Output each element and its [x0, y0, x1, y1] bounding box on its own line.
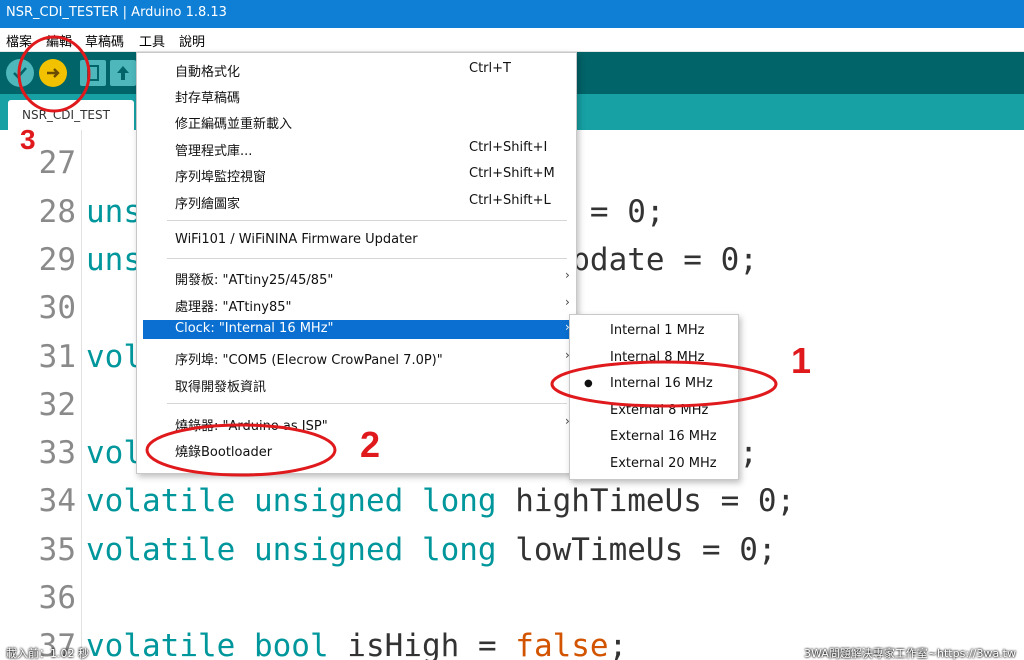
open-icon [117, 66, 129, 80]
menu-item-serial-monitor[interactable]: 序列埠監控視窗 Ctrl+Shift+M [137, 162, 576, 186]
menu-edit[interactable]: 編輯 [46, 31, 72, 50]
code-line[interactable]: 36 [0, 580, 1024, 628]
shortcut-label: Ctrl+T [469, 61, 511, 76]
line-number: 35 [38, 531, 76, 568]
menu-item-auto-format[interactable]: 自動格式化 Ctrl+T [137, 57, 576, 81]
tab-sketch[interactable]: NSR_CDI_TEST [8, 100, 134, 130]
clock-option-internal-8mhz[interactable]: Internal 8 MHz [570, 345, 738, 371]
menu-item-programmer[interactable]: 燒錄器: "Arduino as ISP" › [137, 411, 576, 435]
menu-item-label: 封存草稿碼 [175, 91, 241, 106]
menu-item-fix-encoding[interactable]: 修正編碼並重新載入 [137, 109, 576, 133]
code-line[interactable]: 34 volatile unsigned long highTimeUs = 0; [0, 483, 1024, 531]
menu-item-label: 燒錄器: "Arduino as ISP" [175, 419, 328, 434]
menu-item-serial-plotter[interactable]: 序列繪圖家 Ctrl+Shift+L [137, 189, 576, 213]
keyword-token: uns [86, 241, 142, 278]
menu-item-label: 序列埠: "COM5 (Elecrow CrowPanel 7.0P)" [175, 353, 443, 368]
upload-icon [47, 68, 60, 78]
line-number: 26 [24, 130, 76, 133]
menu-item-label: 自動格式化 [175, 65, 241, 80]
status-left-text: 載入前：1.02 秒 [6, 647, 89, 660]
line-number: 29 [38, 241, 76, 278]
new-icon [87, 65, 99, 81]
menu-item-label: Clock: "Internal 16 MHz" [175, 321, 334, 336]
menu-item-board[interactable]: 開發板: "ATtiny25/45/85" › [137, 265, 576, 289]
title-bar: NSR_CDI_TESTER | Arduino 1.8.13 [0, 0, 1024, 28]
keyword-token: uns [86, 193, 142, 230]
menu-separator [167, 258, 567, 259]
gutter-divider [81, 130, 82, 660]
line-number: 31 [38, 338, 76, 375]
clock-option-internal-16mhz[interactable]: ● Internal 16 MHz [570, 371, 738, 397]
status-right-text: 3WA問題解決專家工作室~https://3wa.tw [804, 647, 1016, 660]
menu-item-wifi-updater[interactable]: WiFi101 / WiFiNINA Firmware Updater [137, 228, 576, 252]
menu-item-label: 修正編碼並重新載入 [175, 117, 293, 132]
upload-button[interactable] [39, 59, 67, 87]
clock-option-external-8mhz[interactable]: External 8 MHz [570, 398, 738, 424]
line-number: 30 [38, 290, 76, 327]
menu-item-clock[interactable]: Clock: "Internal 16 MHz" › [143, 320, 570, 339]
menu-item-label: 序列繪圖家 [175, 197, 241, 212]
keyword-token: vol [86, 338, 142, 375]
option-label: External 20 MHz [610, 456, 717, 471]
line-number: 32 [38, 386, 76, 423]
menu-item-board-info[interactable]: 取得開發板資訊 [137, 372, 576, 396]
submenu-arrow-icon: › [565, 295, 570, 309]
line-number: 28 [38, 193, 76, 230]
shortcut-label: Ctrl+Shift+M [469, 166, 555, 181]
verify-icon [13, 67, 27, 79]
menu-help[interactable]: 說明 [179, 31, 205, 50]
status-bar: 載入前：1.02 秒 3WA問題解決專家工作室~https://3wa.tw [0, 644, 1024, 660]
code-text: volatile unsigned long highTimeUs = 0; [86, 483, 795, 519]
line-number: 36 [38, 580, 76, 616]
line-number: 33 [38, 435, 76, 472]
menu-separator [167, 403, 567, 404]
option-label: Internal 8 MHz [610, 350, 705, 365]
line-number: 34 [38, 483, 76, 520]
menu-sketch[interactable]: 草稿碼 [85, 31, 124, 50]
tools-menu: 自動格式化 Ctrl+T 封存草稿碼 修正編碼並重新載入 管理程式庫... Ct… [136, 52, 577, 474]
menu-item-label: 管理程式庫... [175, 144, 253, 159]
clock-option-external-16mhz[interactable]: External 16 MHz [570, 424, 738, 450]
keyword-token: volatile unsigned long [86, 483, 516, 520]
open-button[interactable] [110, 60, 136, 86]
option-label: External 16 MHz [610, 429, 717, 444]
menu-item-processor[interactable]: 處理器: "ATtiny85" › [137, 292, 576, 316]
menu-item-label: 取得開發板資訊 [175, 380, 267, 395]
keyword-token: volatile unsigned long [86, 531, 516, 568]
shortcut-label: Ctrl+Shift+I [469, 140, 548, 155]
code-line[interactable]: 35 volatile unsigned long lowTimeUs = 0; [0, 532, 1024, 580]
option-label: External 8 MHz [610, 403, 709, 418]
menu-item-label: 序列埠監控視窗 [175, 170, 267, 185]
menu-item-label: WiFi101 / WiFiNINA Firmware Updater [175, 232, 418, 247]
selected-bullet-icon: ● [584, 378, 593, 389]
menu-file[interactable]: 檔案 [6, 31, 32, 50]
shortcut-label: Ctrl+Shift+L [469, 193, 551, 208]
code-token: lowTimeUs = 0; [515, 531, 777, 568]
menu-bar: 檔案 編輯 草稿碼 工具 說明 [0, 28, 1024, 52]
code-token: highTimeUs = 0; [515, 483, 796, 520]
option-label: Internal 16 MHz [610, 376, 713, 391]
clock-option-internal-1mhz[interactable]: Internal 1 MHz [570, 318, 738, 344]
menu-item-burn-bootloader[interactable]: 燒錄Bootloader [137, 437, 576, 461]
clock-submenu: Internal 1 MHz Internal 8 MHz ● Internal… [569, 314, 739, 480]
menu-item-label: 處理器: "ATtiny85" [175, 300, 292, 315]
clock-option-external-20mhz[interactable]: External 20 MHz [570, 451, 738, 477]
menu-item-archive-sketch[interactable]: 封存草稿碼 [137, 83, 576, 107]
menu-item-manage-libraries[interactable]: 管理程式庫... Ctrl+Shift+I [137, 136, 576, 160]
code-text: volatile unsigned long lowTimeUs = 0; [86, 532, 777, 568]
menu-separator [167, 220, 567, 221]
verify-button[interactable] [6, 59, 34, 87]
menu-item-label: 燒錄Bootloader [175, 445, 273, 460]
menu-item-port[interactable]: 序列埠: "COM5 (Elecrow CrowPanel 7.0P)" › [137, 345, 576, 369]
line-number: 27 [38, 145, 76, 182]
submenu-arrow-icon: › [565, 268, 570, 282]
menu-item-label: 開發板: "ATtiny25/45/85" [175, 273, 334, 288]
window-title: NSR_CDI_TESTER | Arduino 1.8.13 [6, 5, 227, 20]
menu-tools[interactable]: 工具 [139, 31, 165, 50]
option-label: Internal 1 MHz [610, 323, 705, 338]
new-button[interactable] [80, 60, 106, 86]
tab-label: NSR_CDI_TEST [22, 108, 110, 122]
